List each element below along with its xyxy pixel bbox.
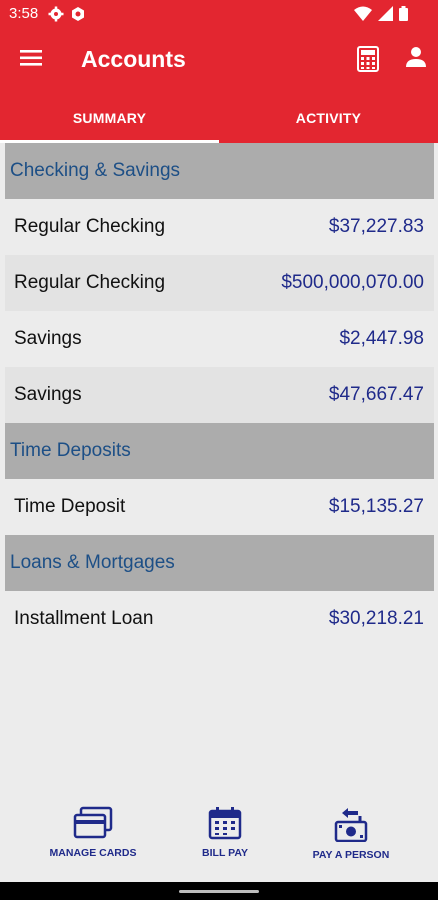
account-name: Savings [14, 384, 82, 405]
section-header-checking-savings: Checking & Savings [5, 143, 434, 199]
tab-activity-label: ACTIVITY [295, 109, 362, 126]
page-title: Accounts [81, 46, 186, 72]
section-title: Checking & Savings [10, 160, 181, 181]
account-row[interactable]: Regular Checking $500,000,070.00 [5, 255, 434, 311]
account-name: Regular Checking [14, 272, 166, 293]
manage-cards-button[interactable]: MANAGE CARDS [38, 806, 148, 859]
pay-a-person-button[interactable]: PAY A PERSON [296, 806, 406, 861]
account-balance: $15,135.27 [328, 496, 424, 517]
account-balance: $30,218.21 [328, 608, 424, 629]
section-title: Time Deposits [10, 440, 131, 461]
home-gesture-handle[interactable] [179, 890, 259, 893]
account-row[interactable]: Installment Loan $30,218.21 [5, 591, 434, 647]
app-bar: Accounts [0, 28, 438, 92]
account-name: Time Deposit [14, 496, 126, 517]
tab-summary[interactable]: SUMMARY [0, 92, 219, 143]
calendar-icon [208, 806, 242, 843]
card-icon [73, 806, 113, 843]
pay-person-icon [334, 806, 368, 845]
account-row[interactable]: Savings $47,667.47 [5, 367, 434, 423]
tab-summary-label: SUMMARY [72, 109, 147, 126]
section-header-loans-mortgages: Loans & Mortgages [5, 535, 434, 591]
account-name: Installment Loan [14, 608, 154, 629]
bottom-nav: MANAGE CARDS BILL PAY PAY A PERSON [0, 806, 438, 882]
account-name: Savings [14, 328, 82, 349]
hamburger-menu-icon[interactable] [20, 48, 44, 68]
debug-icon [70, 6, 86, 27]
battery-icon [399, 6, 408, 26]
accounts-list: Checking & Savings Regular Checking $37,… [5, 143, 434, 647]
status-bar: 3:58 [0, 0, 438, 28]
account-row[interactable]: Time Deposit $15,135.27 [5, 479, 434, 535]
signal-icon [378, 6, 393, 26]
settings-gear-icon [48, 6, 64, 27]
profile-icon[interactable] [405, 46, 427, 73]
manage-cards-label: MANAGE CARDS [49, 847, 137, 859]
pay-a-person-label: PAY A PERSON [312, 849, 390, 861]
account-balance: $500,000,070.00 [281, 272, 424, 293]
bill-pay-button[interactable]: BILL PAY [170, 806, 280, 859]
account-balance: $37,227.83 [328, 216, 424, 237]
wifi-icon [354, 6, 372, 26]
section-header-time-deposits: Time Deposits [5, 423, 434, 479]
tab-bar: SUMMARY ACTIVITY [0, 92, 438, 143]
gesture-nav-bar [0, 882, 438, 900]
account-balance: $47,667.47 [328, 384, 424, 405]
account-balance: $2,447.98 [339, 328, 424, 349]
section-title: Loans & Mortgages [10, 552, 175, 573]
calculator-icon[interactable] [357, 46, 379, 77]
tab-activity[interactable]: ACTIVITY [219, 92, 438, 143]
account-name: Regular Checking [14, 216, 166, 237]
account-row[interactable]: Regular Checking $37,227.83 [5, 199, 434, 255]
status-time: 3:58 [9, 5, 39, 22]
bill-pay-label: BILL PAY [202, 847, 248, 859]
account-row[interactable]: Savings $2,447.98 [5, 311, 434, 367]
